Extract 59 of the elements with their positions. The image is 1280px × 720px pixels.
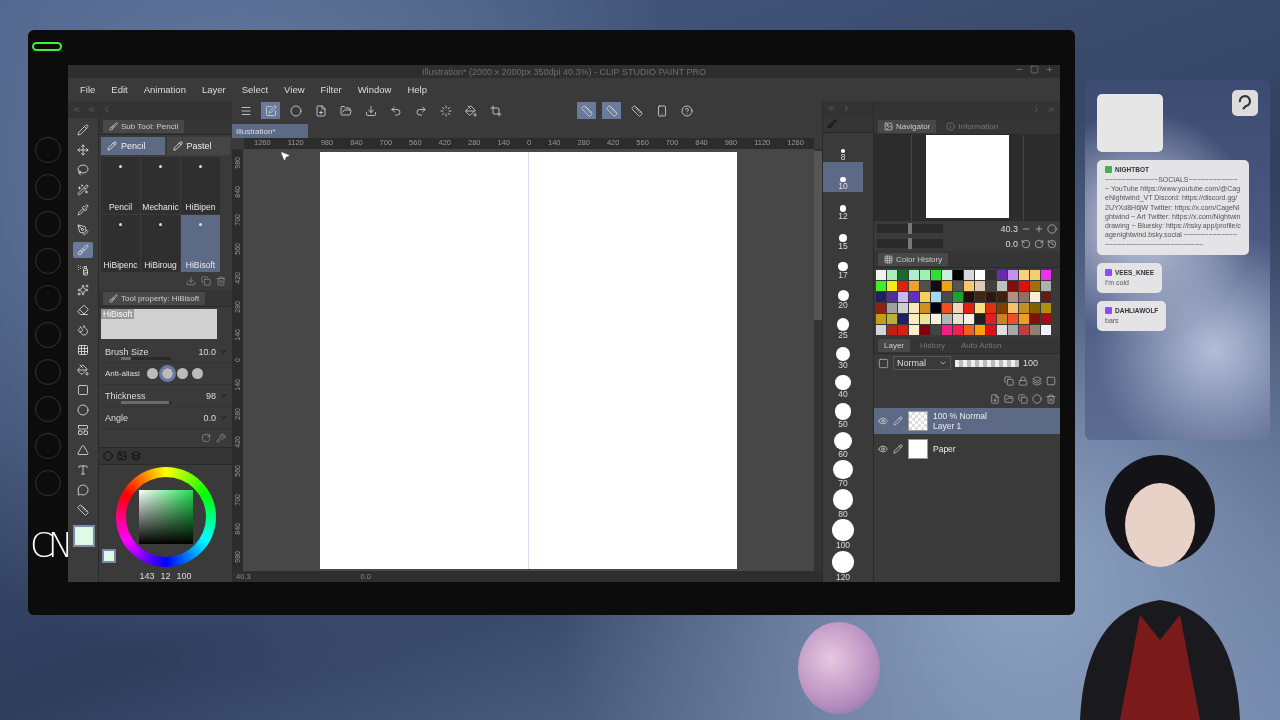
- menu-item[interactable]: Help: [399, 84, 435, 95]
- brush-size-item[interactable]: 20: [823, 280, 863, 311]
- brush-size-item[interactable]: 15: [823, 221, 863, 252]
- property-value: 10.0: [198, 346, 216, 357]
- property-label: Angle: [105, 412, 130, 423]
- brush-preset[interactable]: HiBisoft: [181, 215, 220, 272]
- tool-group-tab[interactable]: Pencil: [101, 137, 165, 155]
- property-label: Anti-aliasi: [105, 369, 141, 378]
- blend-mode-dropdown[interactable]: Normal: [893, 356, 951, 370]
- property-label: Brush Size: [105, 346, 150, 357]
- menu-item[interactable]: View: [276, 84, 313, 95]
- brush-size-item[interactable]: 12: [823, 191, 863, 222]
- menu-item[interactable]: Select: [233, 84, 277, 95]
- brush-size-item[interactable]: 17: [823, 251, 863, 281]
- brush-preset[interactable]: Mechanic: [141, 157, 180, 214]
- brush-preset[interactable]: HiBipenc: [101, 215, 140, 272]
- opacity-value: 100: [1023, 358, 1039, 368]
- brush-size-item[interactable]: 80: [823, 488, 863, 520]
- panel-tab[interactable]: Navigator: [878, 119, 937, 133]
- rotation-value: 0.0: [1005, 238, 1018, 249]
- brush-preset[interactable]: HiBipen: [181, 157, 220, 214]
- menu-item[interactable]: Window: [349, 84, 400, 95]
- brush-size-item[interactable]: 8: [823, 132, 863, 163]
- document-tab[interactable]: Illustration*: [232, 124, 308, 138]
- menu-item[interactable]: Edit: [103, 84, 136, 95]
- brush-size-item[interactable]: 70: [823, 459, 863, 489]
- menu-item[interactable]: File: [72, 84, 104, 95]
- menu-item[interactable]: Filter: [312, 84, 350, 95]
- brush-size-item[interactable]: 40: [823, 370, 863, 400]
- logo: CN: [30, 528, 68, 562]
- brush-preset[interactable]: Pencil: [101, 157, 140, 214]
- preset-name: HiBisoft: [101, 309, 135, 319]
- panel-tab[interactable]: Tool property: HiBisoft: [103, 291, 206, 305]
- menu-item[interactable]: Animation: [135, 84, 194, 95]
- color-readout: 100: [176, 570, 192, 581]
- zoom-value: 40.3: [1000, 223, 1018, 234]
- layer-info: 100 % Normal: [933, 411, 987, 421]
- layer-name: Layer 1: [933, 421, 963, 431]
- tool-group-tab[interactable]: Pastel: [166, 137, 230, 155]
- property-label: Thickness: [105, 390, 147, 401]
- color-readout: 12: [160, 570, 171, 581]
- panel-tab[interactable]: Color History: [878, 252, 949, 266]
- menu-item[interactable]: Layer: [193, 84, 234, 95]
- brush-size-item[interactable]: 10: [823, 162, 863, 192]
- brush-size-item[interactable]: 25: [823, 310, 863, 341]
- property-value: 0.0: [203, 412, 216, 423]
- brush-size-item[interactable]: 30: [823, 340, 863, 371]
- property-value: 98: [206, 390, 216, 401]
- layer-row[interactable]: 100 % Normal Layer 1: [874, 408, 1060, 434]
- layer-name: Paper: [933, 444, 956, 454]
- layer-row[interactable]: Paper: [874, 436, 1060, 462]
- brush-size-item[interactable]: 100: [823, 519, 863, 551]
- brush-preset[interactable]: HiBiroug: [141, 215, 180, 272]
- panel-tab[interactable]: Sub Tool: Pencil: [103, 119, 185, 133]
- brush-size-item[interactable]: 120: [823, 550, 863, 582]
- brush-size-item[interactable]: 60: [823, 429, 863, 460]
- color-readout: 143: [139, 570, 155, 581]
- brush-size-item[interactable]: 50: [823, 399, 863, 430]
- panel-tab[interactable]: Layer: [878, 338, 910, 352]
